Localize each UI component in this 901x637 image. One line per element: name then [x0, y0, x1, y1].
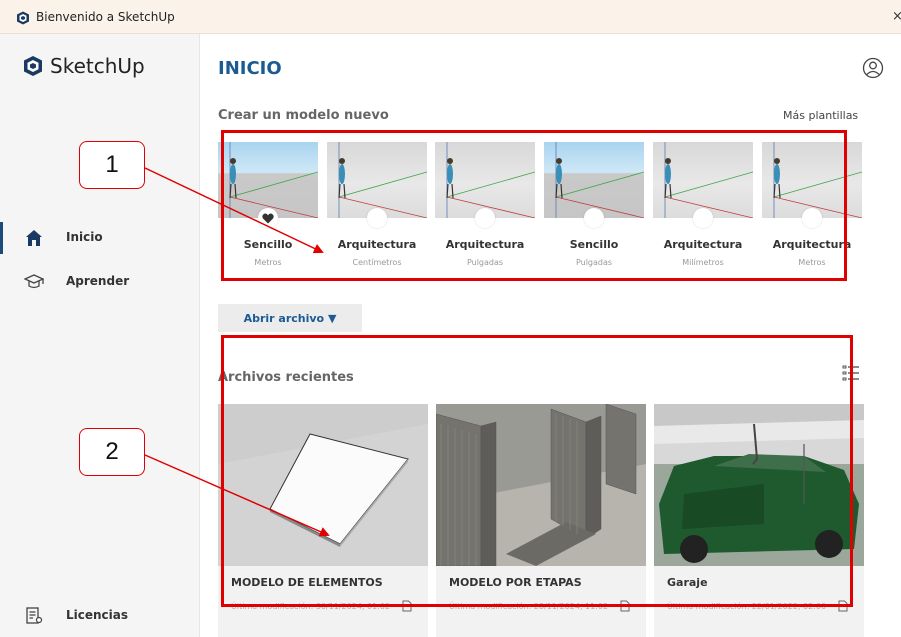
template-name: Arquitectura [445, 238, 525, 251]
sketchup-logo-icon [24, 56, 42, 76]
brand-logo: SketchUp [22, 54, 145, 78]
template-name: Sencillo [569, 238, 619, 251]
template-thumbnail [435, 142, 535, 218]
user-account-icon[interactable] [862, 57, 884, 79]
template-unit: Centímetros [352, 258, 402, 267]
window-close-icon[interactable]: × [892, 9, 901, 24]
file-modified: Última modificación: 30/11/2024, 01:02 [231, 602, 391, 611]
template-name: Arquitectura [663, 238, 743, 251]
file-icon [402, 600, 412, 612]
sidebar-item-label: Licencias [66, 608, 129, 622]
recent-file-card[interactable]: Garaje Última modificación: 22/01/2022, … [654, 404, 864, 637]
file-title: Garaje [667, 576, 708, 589]
template-tile[interactable]: Arquitectura Milímetros [653, 142, 753, 272]
template-radio[interactable] [367, 208, 387, 228]
template-tile[interactable]: Sencillo Pulgadas [544, 142, 644, 272]
template-tile[interactable]: Arquitectura Pulgadas [435, 142, 535, 272]
template-radio[interactable] [802, 208, 822, 228]
file-thumbnail [218, 404, 428, 566]
template-tile[interactable]: Arquitectura Centímetros [327, 142, 427, 272]
callout-label-1: 1 [79, 141, 145, 189]
file-modified: Última modificación: 22/01/2022, 02:00 [667, 602, 827, 611]
window-title: Bienvenido a SketchUp [36, 10, 175, 24]
more-templates-link[interactable]: Más plantillas [783, 109, 858, 122]
recent-files-heading: Archivos recientes [218, 370, 354, 385]
recent-file-card[interactable]: MODELO POR ETAPAS Última modificación: 2… [436, 404, 646, 637]
file-thumbnail [436, 404, 646, 566]
graduation-cap-icon [24, 274, 44, 289]
template-name: Sencillo [243, 238, 293, 251]
favorite-heart-icon[interactable] [258, 208, 278, 228]
template-name: Arquitectura [337, 238, 417, 251]
license-icon [26, 607, 43, 624]
template-radio[interactable] [693, 208, 713, 228]
main-content: INICIO Crear un modelo nuevo Más plantil… [200, 34, 901, 637]
sidebar-item-label: Aprender [66, 274, 130, 288]
file-icon [620, 600, 630, 612]
home-icon [26, 230, 42, 246]
template-thumbnail [653, 142, 753, 218]
template-unit: Pulgadas [575, 258, 613, 267]
list-view-icon[interactable] [842, 364, 860, 384]
template-thumbnail [762, 142, 862, 218]
window-titlebar: Bienvenido a SketchUp × [0, 0, 901, 34]
sidebar: SketchUp Inicio Aprender Licencias [0, 34, 200, 637]
sidebar-item-label: Inicio [66, 230, 103, 244]
sidebar-item-licencias[interactable]: Licencias [0, 596, 200, 636]
recent-file-card[interactable]: MODELO DE ELEMENTOS Última modificación:… [218, 404, 428, 637]
template-radio[interactable] [584, 208, 604, 228]
template-unit: Milímetros [682, 258, 724, 267]
template-unit: Metros [798, 258, 826, 267]
sketchup-logo-icon [17, 11, 29, 25]
file-title: MODELO POR ETAPAS [449, 576, 582, 589]
sidebar-item-aprender[interactable]: Aprender [0, 262, 200, 302]
page-title: INICIO [218, 58, 282, 79]
brand-name: SketchUp [50, 54, 145, 78]
template-tile[interactable]: Arquitectura Metros [762, 142, 862, 272]
template-name: Arquitectura [772, 238, 852, 251]
template-tile[interactable]: Sencillo Metros [218, 142, 318, 272]
open-file-button[interactable]: Abrir archivo ▼ [218, 304, 362, 332]
callout-label-2: 2 [79, 428, 145, 476]
file-icon [838, 600, 848, 612]
template-unit: Metros [254, 258, 282, 267]
template-thumbnail [218, 142, 318, 218]
template-thumbnail [327, 142, 427, 218]
file-thumbnail [654, 404, 864, 566]
file-modified: Última modificación: 28/11/2024, 11:02 [449, 602, 609, 611]
sidebar-item-inicio[interactable]: Inicio [0, 218, 200, 258]
template-thumbnail [544, 142, 644, 218]
file-title: MODELO DE ELEMENTOS [231, 576, 383, 589]
template-unit: Pulgadas [466, 258, 504, 267]
new-model-heading: Crear un modelo nuevo [218, 108, 389, 123]
template-radio[interactable] [475, 208, 495, 228]
